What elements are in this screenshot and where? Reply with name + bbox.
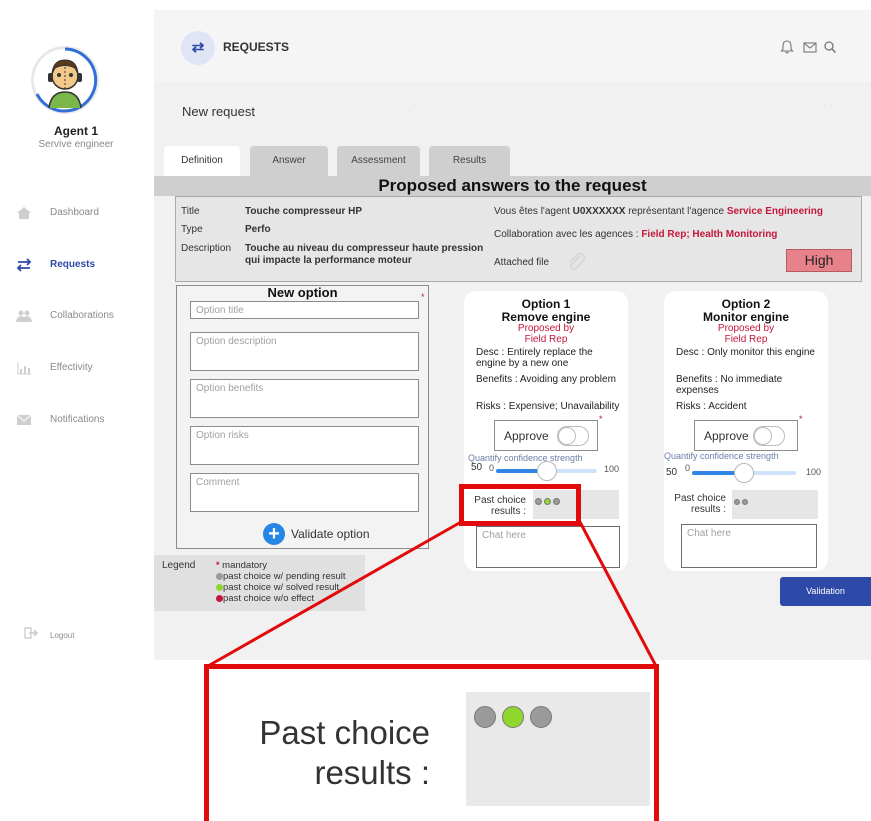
zoom-dots — [474, 706, 558, 728]
status-dot-icon — [474, 706, 496, 728]
zoom-label-line1: Past choice — [259, 714, 430, 751]
status-dot-icon — [530, 706, 552, 728]
zoom-label-line2: results : — [314, 754, 430, 791]
status-dot-icon — [502, 706, 524, 728]
app-root: Agent 1 Servive engineer Dashboard Reque… — [0, 0, 871, 821]
zoom-results-box — [466, 692, 650, 806]
